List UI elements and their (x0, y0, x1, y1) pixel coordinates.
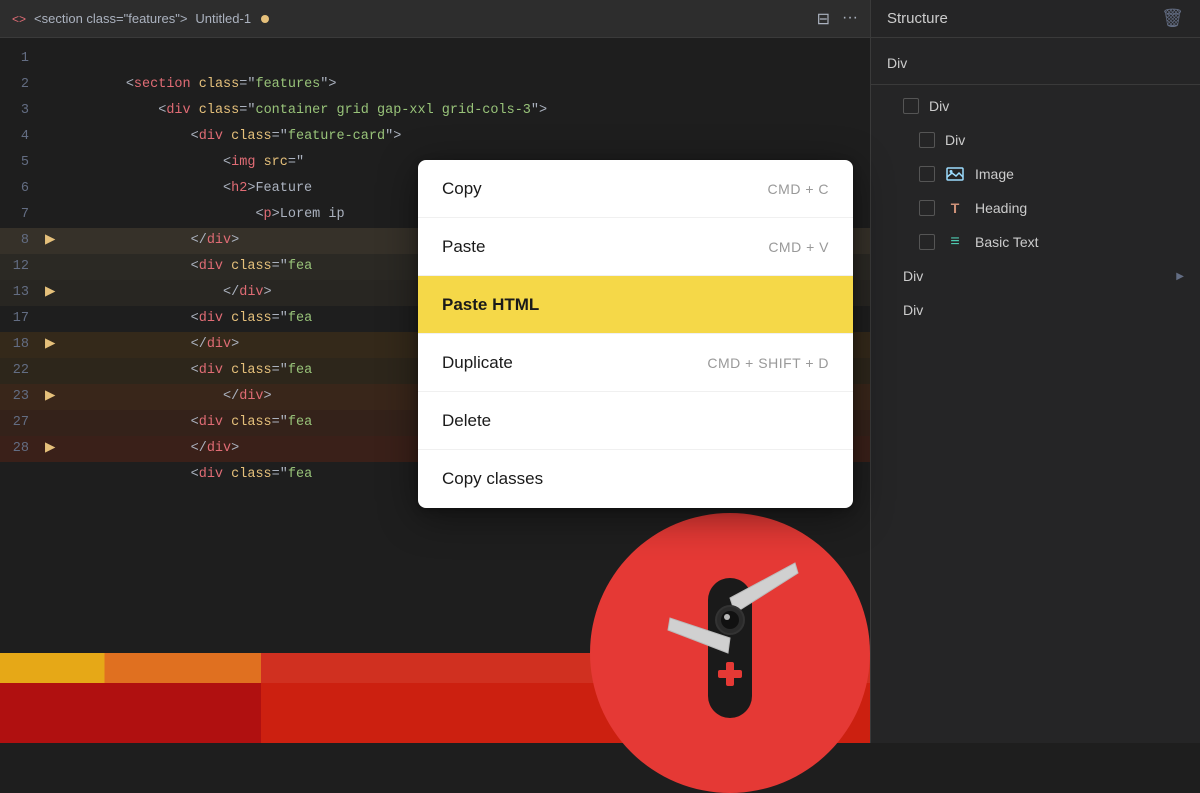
copy-classes-label: Copy classes (442, 469, 543, 489)
editor-filepath: <section class="features"> (34, 11, 187, 26)
duplicate-label: Duplicate (442, 353, 513, 373)
code-line-1: 1 <section class="features"> (0, 46, 870, 72)
struct-item-div-1[interactable]: Div (871, 89, 1200, 123)
editor-filename: Untitled-1 (195, 11, 251, 26)
struct-image-label: Image (975, 166, 1014, 182)
struct-item-div-2[interactable]: Div (871, 123, 1200, 157)
expand-icon: ▶ (1176, 271, 1184, 282)
paste-label: Paste (442, 237, 485, 257)
editor-actions: ⊟ ··· (817, 9, 858, 29)
struct-heading-label: Heading (975, 200, 1027, 216)
modified-indicator (261, 15, 269, 23)
code-line-3: 3 <div class="feature-card"> (0, 98, 870, 124)
menu-item-copy[interactable]: Copy CMD + C (418, 160, 853, 218)
panel-title: Structure (887, 10, 948, 27)
menu-item-copy-classes[interactable]: Copy classes (418, 450, 853, 508)
image-icon (945, 164, 965, 184)
copy-label: Copy (442, 179, 482, 199)
panel-header: Structure 🗑 (871, 0, 1200, 38)
editor-tag-icon: <> (12, 12, 26, 26)
struct-checkbox-image[interactable] (919, 166, 935, 182)
code-line-2: 2 <div class="container grid gap-xxl gri… (0, 72, 870, 98)
struct-item-heading[interactable]: T Heading (871, 191, 1200, 225)
paste-html-label: Paste HTML (442, 295, 539, 315)
heading-icon: T (945, 198, 965, 218)
duplicate-shortcut: CMD + SHIFT + D (707, 355, 829, 371)
trash-icon[interactable]: 🗑 (1161, 8, 1184, 29)
struct-item-div-last[interactable]: Div (871, 293, 1200, 327)
menu-item-paste[interactable]: Paste CMD + V (418, 218, 853, 276)
copy-shortcut: CMD + C (768, 181, 829, 197)
struct-checkbox-heading[interactable] (919, 200, 935, 216)
struct-checkbox[interactable] (903, 98, 919, 114)
context-menu: Copy CMD + C Paste CMD + V Paste HTML Du… (418, 160, 853, 508)
knife-svg (650, 558, 810, 748)
struct-checkbox-text[interactable] (919, 234, 935, 250)
struct-item-basic-text[interactable]: ≡ Basic Text (871, 225, 1200, 259)
menu-item-delete[interactable]: Delete (418, 392, 853, 450)
text-icon: ≡ (945, 232, 965, 252)
struct-item-div-expand[interactable]: Div ▶ (871, 259, 1200, 293)
app-logo-circle (590, 513, 870, 793)
right-panel: Structure 🗑 Div Div Div (870, 0, 1200, 743)
more-options-icon[interactable]: ··· (842, 9, 858, 29)
menu-item-paste-html[interactable]: Paste HTML (418, 276, 853, 334)
delete-label: Delete (442, 411, 491, 431)
editor-titlebar: <> <section class="features"> Untitled-1… (0, 0, 870, 38)
struct-item-image[interactable]: Image (871, 157, 1200, 191)
split-view-icon[interactable]: ⊟ (817, 9, 830, 29)
struct-text-label: Basic Text (975, 234, 1039, 250)
menu-item-duplicate[interactable]: Duplicate CMD + SHIFT + D (418, 334, 853, 392)
structure-tree: Div Div Div Image (871, 38, 1200, 335)
code-line-4: 4 <img src=" (0, 124, 870, 150)
struct-checkbox-2[interactable] (919, 132, 935, 148)
separator (871, 84, 1200, 85)
paste-shortcut: CMD + V (768, 239, 829, 255)
struct-item-div-0[interactable]: Div (871, 46, 1200, 80)
